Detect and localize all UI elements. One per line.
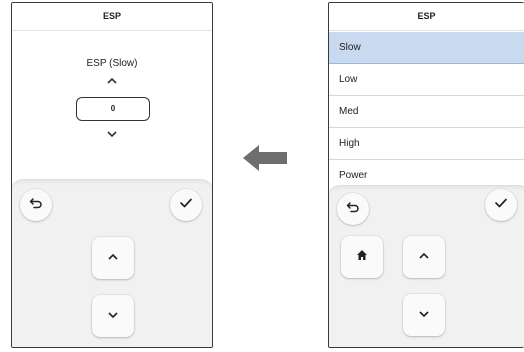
value-field[interactable]: 0 <box>76 97 150 121</box>
back-button[interactable] <box>20 189 52 221</box>
list-item-high[interactable]: High <box>329 128 524 160</box>
check-icon <box>494 196 508 214</box>
mode-list: Slow Low Med High Power <box>329 32 524 192</box>
down-button[interactable] <box>92 295 134 337</box>
back-icon <box>346 200 360 218</box>
control-panel <box>329 185 524 347</box>
check-icon <box>179 196 193 214</box>
home-button[interactable] <box>341 236 383 278</box>
confirm-button[interactable] <box>170 189 202 221</box>
up-button[interactable] <box>403 236 445 278</box>
screen-title: ESP <box>12 3 212 31</box>
esp-value-screen: ESP ESP (Slow) 0 <box>11 2 213 348</box>
setting-label: ESP (Slow) <box>86 58 138 69</box>
home-icon <box>356 248 368 266</box>
confirm-button[interactable] <box>485 189 517 221</box>
screen-title: ESP <box>329 3 524 31</box>
chevron-up-icon <box>106 249 120 267</box>
chevron-down-icon <box>417 306 431 324</box>
up-button[interactable] <box>92 237 134 279</box>
chevron-up-icon <box>417 248 431 266</box>
esp-list-screen: ESP Slow Low Med High Power <box>328 2 524 348</box>
chevron-down-icon[interactable] <box>104 128 120 140</box>
back-button[interactable] <box>337 193 369 225</box>
control-panel <box>12 179 212 347</box>
list-item-med[interactable]: Med <box>329 96 524 128</box>
back-icon <box>29 196 43 214</box>
chevron-down-icon <box>106 307 120 325</box>
list-item-slow[interactable]: Slow <box>329 32 524 64</box>
chevron-up-icon[interactable] <box>104 75 120 87</box>
down-button[interactable] <box>403 294 445 336</box>
arrow-left-icon <box>243 145 287 171</box>
list-item-low[interactable]: Low <box>329 64 524 96</box>
